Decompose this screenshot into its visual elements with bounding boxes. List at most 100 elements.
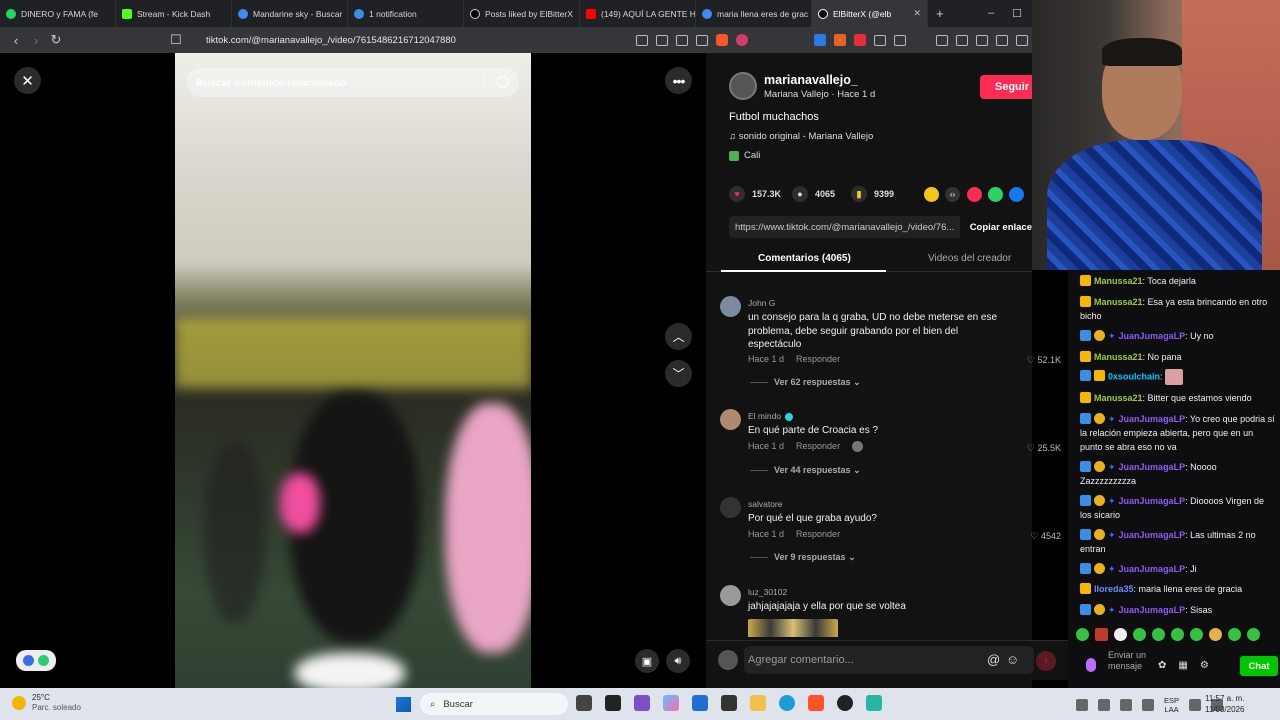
app-icon[interactable] bbox=[634, 695, 650, 711]
comment-author[interactable]: salvatore bbox=[748, 499, 783, 509]
facebook-icon[interactable] bbox=[1009, 187, 1024, 202]
extension-badge[interactable] bbox=[16, 650, 56, 671]
ai-icon[interactable] bbox=[996, 34, 1008, 46]
puzzle-icon[interactable] bbox=[874, 34, 886, 46]
embed-icon[interactable]: ‹› bbox=[945, 187, 960, 202]
app-icon[interactable] bbox=[866, 695, 882, 711]
browser-tab-active[interactable]: ElBitterX (@elb ✕ bbox=[812, 0, 928, 27]
bookmark-icon[interactable]: ▮ bbox=[851, 186, 867, 202]
browser-tab[interactable]: maria llena eres de grac bbox=[696, 0, 812, 27]
copy-link-button[interactable]: Copiar enlace bbox=[960, 222, 1032, 233]
tray-icon[interactable] bbox=[1076, 699, 1088, 711]
maximize-icon[interactable]: ☐ bbox=[1012, 7, 1022, 20]
extension-icon[interactable] bbox=[636, 34, 648, 46]
brave-shield-icon[interactable] bbox=[716, 34, 728, 46]
reply-button[interactable]: Responder bbox=[796, 529, 840, 539]
next-video-button[interactable]: ﹀ bbox=[665, 360, 692, 387]
translate-icon[interactable] bbox=[656, 34, 668, 46]
emote-icon[interactable] bbox=[1171, 628, 1184, 641]
edge-icon[interactable] bbox=[779, 695, 795, 711]
app-icon[interactable] bbox=[692, 695, 708, 711]
back-icon[interactable]: ‹ bbox=[6, 33, 26, 48]
comment-author[interactable]: John G bbox=[748, 298, 775, 308]
forward-icon[interactable]: › bbox=[26, 33, 46, 48]
windows-start-icon[interactable] bbox=[396, 697, 411, 712]
heart-icon[interactable]: ♥ bbox=[729, 186, 745, 202]
avatar[interactable] bbox=[720, 585, 741, 606]
browser-tab[interactable]: Mandarine sky - Buscar bbox=[232, 0, 348, 27]
avatar[interactable] bbox=[720, 296, 741, 317]
post-sound[interactable]: ♫ sonido original - Mariana Vallejo bbox=[729, 131, 873, 142]
sidebar-icon[interactable] bbox=[956, 34, 968, 46]
store-icon[interactable]: ▦ bbox=[1178, 660, 1187, 671]
wallet-icon[interactable] bbox=[976, 34, 988, 46]
folder-icon[interactable] bbox=[750, 695, 766, 711]
bookmark-icon[interactable]: ☐ bbox=[166, 32, 186, 48]
post-location[interactable]: Cali bbox=[729, 150, 760, 161]
comment-like[interactable]: ♡ 52.1K bbox=[1027, 355, 1061, 366]
obs-icon[interactable] bbox=[837, 695, 853, 711]
extension-icon[interactable] bbox=[834, 34, 846, 46]
microphone-icon[interactable] bbox=[1086, 658, 1096, 672]
repost-icon[interactable] bbox=[924, 187, 939, 202]
brave-icon[interactable] bbox=[808, 695, 824, 711]
copilot-icon[interactable] bbox=[663, 695, 679, 711]
comment-like[interactable]: ♡ 4542 bbox=[1030, 531, 1061, 542]
emote-icon[interactable] bbox=[1114, 628, 1127, 641]
avatar[interactable] bbox=[720, 409, 741, 430]
close-video-button[interactable]: ✕ bbox=[14, 67, 41, 94]
chat-input[interactable]: Enviar un mensaje bbox=[1108, 650, 1158, 672]
creator-avatar[interactable] bbox=[729, 72, 757, 100]
file-explorer-icon[interactable] bbox=[576, 695, 592, 711]
tray-icon[interactable] bbox=[1120, 699, 1132, 711]
tab-comments[interactable]: Comentarios (4065) bbox=[758, 253, 851, 264]
terminal-icon[interactable] bbox=[721, 695, 737, 711]
emote-icon[interactable] bbox=[1076, 628, 1089, 641]
new-tab-button[interactable]: + bbox=[928, 6, 952, 21]
wifi-icon[interactable] bbox=[1189, 699, 1202, 711]
creator-username[interactable]: marianavallejo_ bbox=[764, 73, 858, 87]
like-stat[interactable]: ♥ 157.3K bbox=[729, 186, 781, 202]
send-to-friend-icon[interactable] bbox=[967, 187, 982, 202]
emote-icon[interactable] bbox=[1095, 628, 1108, 641]
video-player[interactable] bbox=[175, 53, 531, 688]
view-replies-button[interactable]: Ver 9 respuestas ⌄ bbox=[750, 552, 856, 563]
url-field[interactable]: tiktok.com/@marianavallejo_/video/761548… bbox=[206, 35, 456, 46]
previous-video-button[interactable]: ︿ bbox=[665, 323, 692, 350]
music-icon[interactable] bbox=[936, 34, 948, 46]
comment-author[interactable]: El mindo bbox=[748, 411, 794, 421]
settings-icon[interactable]: ⚙ bbox=[1200, 660, 1209, 671]
emote-icon[interactable] bbox=[1228, 628, 1241, 641]
settings-icon[interactable] bbox=[1016, 34, 1028, 46]
chat-send-button[interactable]: Chat bbox=[1240, 656, 1278, 676]
volume-icon[interactable]: 🔊︎ bbox=[666, 649, 690, 673]
app-icon[interactable] bbox=[605, 695, 621, 711]
emote-icon[interactable] bbox=[1209, 628, 1222, 641]
emote-icon[interactable] bbox=[1133, 628, 1146, 641]
reply-button[interactable]: Responder bbox=[796, 354, 840, 364]
emote-picker-icon[interactable]: ✿ bbox=[1158, 660, 1166, 671]
pip-icon[interactable]: ▣ bbox=[635, 649, 659, 673]
browser-tab[interactable]: DINERO y FAMA (fe bbox=[0, 0, 116, 27]
search-icon[interactable] bbox=[497, 76, 509, 88]
comment-author[interactable]: luz_30102 bbox=[748, 587, 787, 597]
minimize-icon[interactable]: – bbox=[988, 7, 994, 20]
share-icon[interactable] bbox=[696, 34, 708, 46]
view-replies-button[interactable]: Ver 62 respuestas ⌄ bbox=[750, 377, 861, 388]
emote-icon[interactable] bbox=[1152, 628, 1165, 641]
emote-icon[interactable] bbox=[1247, 628, 1260, 641]
share-link-field[interactable]: https://www.tiktok.com/@marianavallejo_/… bbox=[729, 216, 960, 238]
clock[interactable]: 11:57 a. m. 11/03/2026 bbox=[1205, 693, 1244, 715]
language-indicator[interactable]: ESP LAA bbox=[1164, 696, 1179, 714]
avatar[interactable] bbox=[720, 497, 741, 518]
tray-icon[interactable] bbox=[1142, 699, 1154, 711]
emoji-icon[interactable]: ☺ bbox=[1006, 652, 1019, 667]
cast-icon[interactable] bbox=[676, 34, 688, 46]
extension-icon[interactable] bbox=[814, 34, 826, 46]
whatsapp-icon[interactable] bbox=[988, 187, 1003, 202]
related-search-input[interactable]: Buscar contenido relacionado bbox=[186, 68, 519, 97]
extension-icon[interactable] bbox=[854, 34, 866, 46]
view-replies-button[interactable]: Ver 44 respuestas ⌄ bbox=[750, 465, 861, 476]
more-options-button[interactable]: ••• bbox=[665, 67, 692, 94]
close-tab-icon[interactable]: ✕ bbox=[913, 8, 921, 19]
